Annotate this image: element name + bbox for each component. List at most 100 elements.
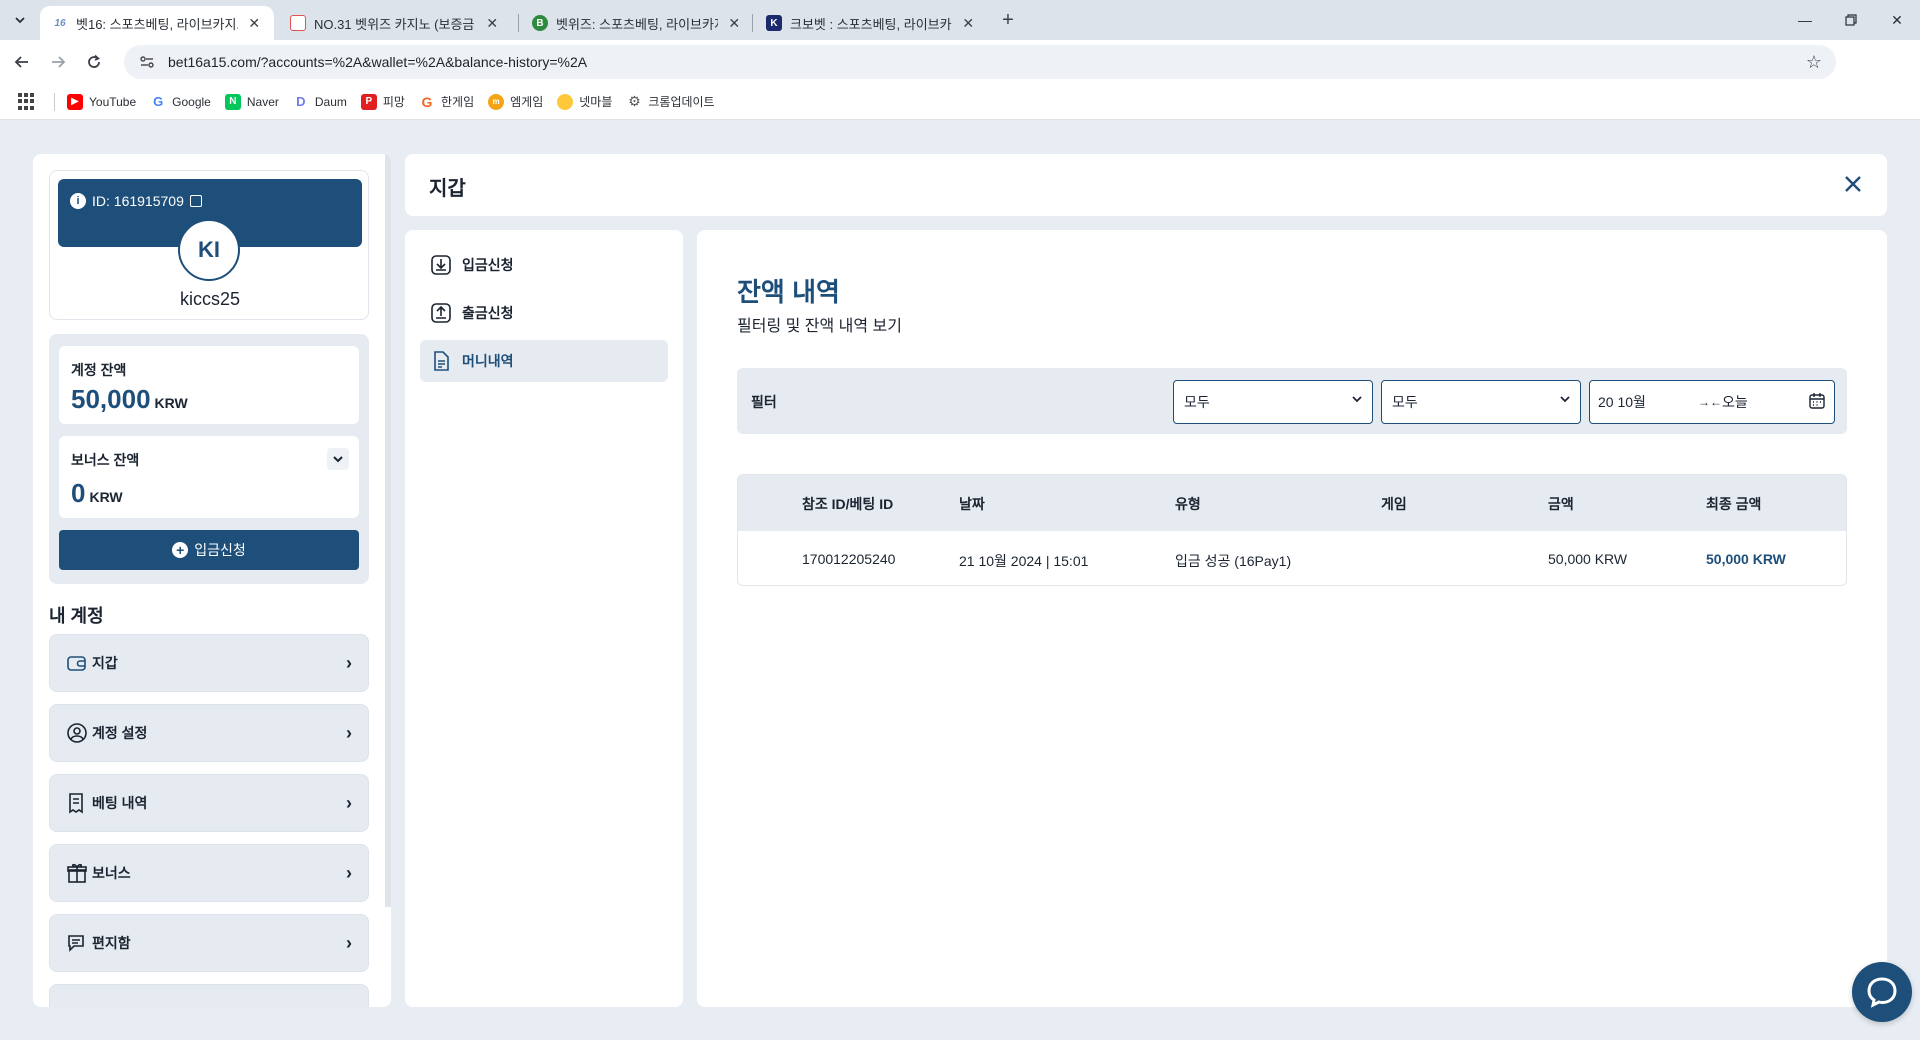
bookmark-netmarble[interactable]: 넷마블 — [557, 93, 612, 110]
wallet-nav-label: 입금신청 — [462, 257, 514, 273]
back-button[interactable] — [8, 48, 36, 76]
bookmark-daum[interactable]: D Daum — [292, 93, 347, 110]
balance-history-table: 참조 ID/베팅 ID 날짜 유형 게임 금액 최종 금액 1700122052… — [737, 474, 1847, 586]
user-id-text: ID: 161915709 — [92, 193, 184, 209]
bookmark-star-icon[interactable]: ☆ — [1806, 52, 1822, 73]
close-tab-icon[interactable]: ✕ — [960, 15, 976, 31]
close-tab-icon[interactable]: ✕ — [484, 15, 500, 31]
address-bar[interactable]: bet16a15.com/?accounts=%2A&wallet=%2A&ba… — [124, 45, 1836, 79]
table-row[interactable]: 170012205240 21 10월 2024 | 15:01 입금 성공 (… — [738, 531, 1846, 585]
bookmark-label: 크롬업데이트 — [648, 95, 715, 109]
avatar: KI — [178, 219, 240, 281]
chevron-right-icon: › — [346, 933, 352, 953]
deposit-button-label: 입금신청 — [194, 542, 246, 558]
betwiz-favicon-icon: B — [532, 15, 548, 31]
bookmarks-bar: ▶ YouTube G Google N Naver D Daum P 피망 G 한게임 m… — [0, 84, 1920, 120]
close-window-button[interactable]: ✕ — [1874, 0, 1920, 40]
bookmark-label: Naver — [246, 94, 279, 109]
date-to[interactable]: 오늘 — [1722, 392, 1748, 412]
document-icon — [430, 350, 452, 372]
sidebar-item-account-settings[interactable]: 계정 설정 › — [49, 704, 369, 762]
close-tab-icon[interactable]: ✕ — [726, 15, 742, 31]
deposit-button[interactable]: + 입금신청 — [59, 530, 359, 570]
tab-betwiz[interactable]: B 벳위즈: 스포츠베팅, 라이브카지노 ✕ — [520, 6, 754, 40]
wallet-icon — [66, 652, 88, 674]
bookmark-pmang[interactable]: P 피망 — [360, 93, 405, 110]
select-value: 모두 — [1184, 394, 1210, 410]
sidebar-scrollbar[interactable] — [385, 154, 391, 907]
bonus-balance-card: 보너스 잔액 0 KRW — [59, 436, 359, 518]
status-filter-select[interactable]: 모두 — [1381, 380, 1581, 424]
new-tab-button[interactable]: + — [996, 8, 1020, 32]
column-header: 날짜 — [959, 496, 985, 512]
table-cell: 입금 성공 (16Pay1) — [1175, 553, 1292, 569]
wallet-nav: 입금신청 출금신청 머니내역 — [405, 230, 683, 1007]
bet16-favicon-icon: 16 — [54, 17, 66, 29]
chevron-right-icon: › — [346, 653, 352, 673]
my-account-title: 내 계정 — [49, 606, 104, 626]
chevron-right-icon: › — [346, 723, 352, 743]
close-button[interactable] — [1839, 170, 1867, 198]
restore-button[interactable] — [1828, 0, 1874, 40]
gear-icon: ⚙ — [628, 93, 641, 109]
sidebar-item-more[interactable] — [49, 984, 369, 1007]
tab-betwiz-casino[interactable]: NO.31 벳위즈 카지노 (보증금 ✕ — [278, 6, 512, 40]
bookmark-naver[interactable]: N Naver — [224, 93, 279, 110]
forward-button[interactable] — [44, 48, 72, 76]
page-title: 지갑 — [429, 178, 466, 200]
type-filter-select[interactable]: 모두 — [1173, 380, 1373, 424]
restore-icon — [1845, 14, 1857, 26]
tab-bet16[interactable]: 16 벳16: 스포츠베팅, 라이브카지노 ✕ — [40, 6, 274, 40]
live-chat-button[interactable] — [1852, 962, 1912, 1022]
bookmark-label: 엠게임 — [510, 95, 544, 109]
sidebar-item-wallet[interactable]: 지갑 › — [49, 634, 369, 692]
bookmark-hangame[interactable]: G 한게임 — [418, 93, 474, 110]
sidebar-item-bonus[interactable]: 보너스 › — [49, 844, 369, 902]
daum-icon: D — [292, 93, 309, 110]
username: kiccs25 — [179, 289, 241, 309]
reload-button[interactable] — [80, 48, 108, 76]
tab-search-button[interactable] — [8, 8, 32, 32]
sidebar-item-label: 계정 설정 — [92, 725, 148, 741]
bookmark-youtube[interactable]: ▶ YouTube — [67, 93, 136, 110]
chat-bubble-icon — [1867, 977, 1897, 1008]
copy-icon[interactable] — [189, 195, 202, 207]
sidebar-item-betting-history[interactable]: 베팅 내역 › — [49, 774, 369, 832]
bookmark-chrome-update[interactable]: ⚙ 크롬업데이트 — [626, 93, 715, 110]
wallet-nav-withdraw[interactable]: 출금신청 — [420, 292, 668, 334]
wallet-nav-deposit[interactable]: 입금신청 — [420, 244, 668, 286]
google-icon: G — [150, 93, 167, 110]
profile-card: i ID: 161915709 KI kiccs25 — [49, 170, 369, 320]
bonus-balance-amount: 0 KRW — [71, 478, 123, 509]
currency-label: KRW — [154, 395, 188, 411]
messages-icon — [66, 932, 88, 954]
site-info-icon[interactable] — [138, 53, 156, 71]
info-icon: i — [70, 193, 86, 209]
currency-label: KRW — [89, 489, 123, 505]
browser-tab-bar: 16 벳16: 스포츠베팅, 라이브카지노 ✕ NO.31 벳위즈 카지노 (보… — [0, 0, 1920, 40]
filter-label: 필터 — [751, 394, 777, 410]
date-range-picker[interactable]: 20 10월 →← 오늘 — [1589, 380, 1835, 424]
browser-toolbar: bet16a15.com/?accounts=%2A&wallet=%2A&ba… — [0, 40, 1920, 116]
calendar-icon[interactable] — [1808, 392, 1826, 410]
sidebar-item-inbox[interactable]: 편지함 › — [49, 914, 369, 972]
youtube-icon: ▶ — [67, 93, 83, 110]
wallet-nav-money-history[interactable]: 머니내역 — [420, 340, 668, 382]
close-tab-icon[interactable]: ✕ — [246, 15, 262, 31]
tab-title: 벳16: 스포츠베팅, 라이브카지노 — [76, 16, 239, 32]
pmang-icon: P — [360, 93, 377, 110]
apps-grid-icon[interactable] — [18, 92, 36, 111]
sidebar-item-label: 지갑 — [92, 655, 118, 671]
bookmark-mgame[interactable]: m 엠게임 — [488, 93, 543, 110]
tab-kbobet[interactable]: K 크보벳 : 스포츠베팅, 라이브카지노 ✕ — [754, 6, 988, 40]
plus-circle-icon: + — [172, 542, 189, 558]
minimize-button[interactable]: — — [1782, 0, 1828, 40]
download-icon — [430, 254, 452, 276]
expand-bonus-button[interactable] — [327, 448, 349, 470]
chevron-down-icon — [15, 17, 25, 24]
bookmark-google[interactable]: G Google — [150, 93, 211, 110]
arrow-right-icon — [52, 56, 66, 68]
gift-icon — [66, 862, 88, 884]
date-from[interactable]: 20 10월 — [1598, 392, 1698, 412]
tab-title: 크보벳 : 스포츠베팅, 라이브카지노 — [790, 16, 952, 32]
